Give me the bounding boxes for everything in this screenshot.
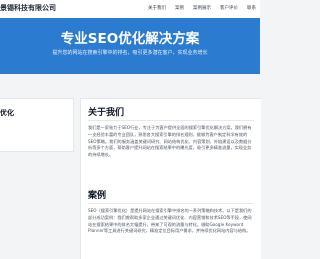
nav-item-about[interactable]: 关于我们 [148,5,166,11]
about-divider [88,120,254,121]
main-nav: 关于我们 案例 案例展示 客户评价 联系 [148,5,256,11]
hero-title: 专业SEO优化解决方案 [60,31,200,47]
nav-item-cases[interactable]: 案例 [175,5,184,11]
nav-item-contact[interactable]: 联系 [247,5,256,11]
hero-banner: 专业SEO优化解决方案 提升您的网站在搜索引擎中的排名，吸引更多潜在客户，实现业… [0,18,260,74]
about-heading: 关于我们 [88,108,125,118]
cases-divider [88,203,254,204]
about-text: 我们是一家致力于SEO行业，专注于为客户提供全面的搜索引擎优化解决方案。我们拥有… [88,125,252,158]
main-content: 关于我们 我们是一家致力于SEO行业，专注于为客户提供全面的搜索引擎优化解决方案… [80,98,261,259]
sidebar-title: 优化 [0,109,14,117]
sidebar-card: 优化 [0,98,74,152]
nav-item-reviews[interactable]: 客户评价 [220,5,238,11]
cases-text: SEO（搜索引擎优化）是提升网站在搜索引擎中排名的一系列策略和技术。以下是我们的… [88,208,252,234]
hero-subtitle: 提升您的网站在搜索引擎中的排名，吸引更多潜在客户，实现业务增长 [52,50,208,56]
cases-heading: 案例 [88,191,107,201]
company-logo[interactable]: 景锡科技有限公司 [0,3,56,13]
site-header: 景锡科技有限公司 关于我们 案例 案例展示 客户评价 联系 [0,0,260,19]
nav-item-showcase[interactable]: 案例展示 [193,5,211,11]
